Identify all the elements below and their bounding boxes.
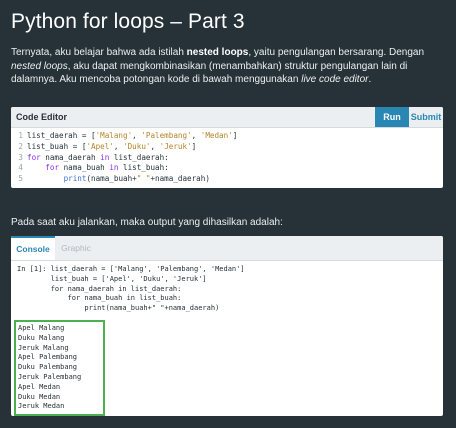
code-text: print(nama_buah+" "+nama_daerah) [27, 174, 210, 185]
console-output-line: Jeruk Palembang [18, 372, 82, 381]
code-editor: Code Editor Run Submit 1 list_daerah = ['… [11, 107, 443, 188]
intro-italic-nested-loops: nested loops [11, 60, 68, 72]
code-token: 'Duku' [123, 141, 151, 151]
line-number: 4 [18, 163, 23, 173]
code-token: list_buah: [118, 163, 169, 173]
console-input: In [1]: list_daerah = ['Malang', 'Palemb… [17, 265, 437, 314]
intro-italic-live-code-editor: live code editor [301, 74, 369, 85]
console-input-line: In [1]: list_daerah = ['Malang', 'Palemb… [17, 265, 245, 273]
code-token: in [100, 152, 110, 162]
code-token: for [27, 152, 41, 162]
code-token: list_buah = [ [27, 141, 87, 151]
console-output-line: Apel Palembang [18, 353, 78, 362]
console-input-line: list_buah = ['Apel', 'Duku', 'Jeruk'] [17, 274, 207, 283]
code-token: , [191, 131, 201, 140]
code-line: 2 list_buah = ['Apel', 'Duku', 'Jeruk'] [11, 142, 443, 153]
code-token: 'Malang' [95, 131, 133, 140]
tab-console[interactable]: Console [11, 236, 55, 260]
console-output-line: Duku Medan [18, 392, 61, 401]
code-token: , [150, 141, 160, 151]
console-output-line: Apel Medan [18, 382, 61, 391]
code-line: 1 list_daerah = ['Malang', 'Palembang', '… [11, 131, 443, 142]
code-token: " " [136, 174, 151, 184]
code-token: 'Jeruk' [159, 141, 192, 151]
console-output-highlight: Apel Malang Duku Malang Jeruk Malang Apel P… [14, 319, 105, 416]
code-line: 3 for nama_daerah in list_daerah: [11, 153, 443, 164]
code-token: print [63, 174, 87, 184]
code-line: 4 for nama_buah in list_buah: [11, 163, 443, 174]
intro-text-4: . [368, 74, 372, 85]
console-input-line: print(nama_buah+" "+nama_daerah) [17, 304, 220, 313]
code-token: nama_daerah [40, 152, 101, 162]
console-tabs: Console Graphic [11, 236, 443, 261]
code-token: 'Palembang' [141, 131, 192, 140]
code-token: 'Apel' [86, 141, 114, 151]
submit-button[interactable]: Submit [409, 107, 443, 127]
console-output-line: Jeruk Medan [18, 402, 65, 411]
line-number: 2 [18, 141, 23, 151]
console-output-line: Apel Malang [18, 323, 65, 332]
line-number: 3 [18, 152, 23, 162]
code-editor-label: Code Editor [16, 112, 67, 122]
code-token: ] [191, 141, 197, 151]
console-input-line: for nama_buah in list_buah: [17, 294, 182, 303]
code-token: 'Medan' [200, 131, 233, 140]
code-token: list_daerah: [109, 152, 169, 162]
code-token: , [113, 141, 124, 151]
code-token: nama_buah [59, 163, 110, 173]
code-editor-header: Code Editor Run Submit [11, 107, 443, 128]
console-output-line: Duku Malang [18, 333, 65, 342]
code-text: list_buah = ['Apel', 'Duku', 'Jeruk'] [27, 142, 196, 153]
tab-graphic[interactable]: Graphic [57, 236, 95, 260]
intro-text-2: , yaitu pengulangan bersarang. Dengan [248, 47, 425, 58]
code-text: list_daerah = ['Malang', 'Palembang', 'M… [27, 131, 237, 142]
line-number: 5 [18, 174, 23, 184]
intro-paragraph: Ternyata, aku belajar bahwa ada istilah … [11, 46, 443, 87]
code-token: for [45, 163, 60, 173]
code-line: 5 print(nama_buah+" "+nama_daerah) [11, 174, 443, 185]
code-text: for nama_daerah in list_daerah: [27, 153, 169, 164]
console-body: In [1]: list_daerah = ['Malang', 'Palemb… [11, 261, 443, 416]
code-token: list_daerah = [ [27, 131, 96, 140]
intro-text-1: Ternyata, aku belajar bahwa ada istilah [11, 47, 187, 58]
code-token: , [132, 131, 142, 140]
console-output-line: Jeruk Malang [18, 343, 69, 352]
code-token: ] [232, 131, 238, 140]
run-button[interactable]: Run [375, 107, 409, 127]
console-output-line: Duku Palembang [18, 363, 78, 372]
line-number: 1 [18, 131, 23, 140]
page-title: Python for loops – Part 3 [11, 10, 245, 33]
code-token: +nama_daerah) [150, 174, 210, 184]
intro-bold-nested-loops: nested loops [186, 47, 249, 58]
code-token: (nama_buah+ [86, 174, 137, 184]
code-text: for nama_buah in list_buah: [27, 163, 169, 174]
output-description: Pada saat aku jalankan, maka output yang… [11, 217, 283, 228]
console-input-line: for nama_daerah in list_daerah: [17, 284, 182, 293]
code-area[interactable]: 1 list_daerah = ['Malang', 'Palembang', '… [11, 128, 443, 185]
console-panel: Console Graphic In [1]: list_daerah = ['… [11, 236, 443, 416]
